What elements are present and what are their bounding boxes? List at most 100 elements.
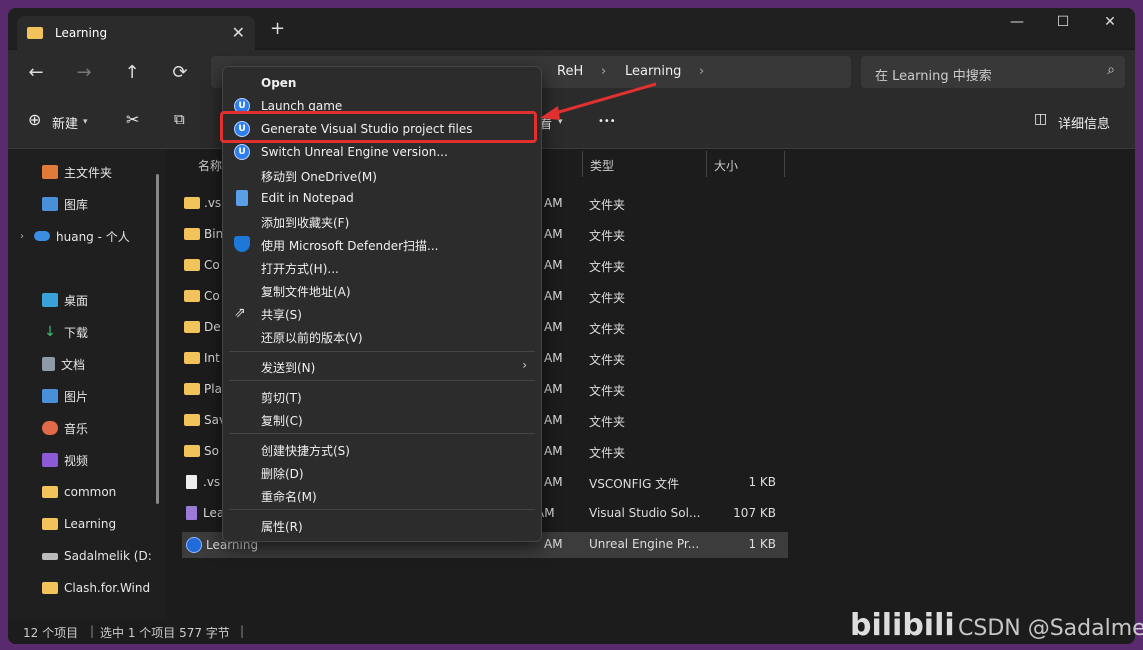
sidebar-item-downloads[interactable]: ↓ 下载 📌: [42, 320, 192, 344]
folder-icon: [184, 290, 200, 302]
file-icon: [186, 475, 197, 489]
new-tab-button[interactable]: +: [270, 18, 285, 39]
sidebar-item-label: 图库: [64, 197, 89, 212]
cloud-icon: [34, 231, 50, 241]
sidebar-item-documents[interactable]: 文档 📌: [42, 352, 192, 376]
minimize-button[interactable]: —: [1002, 14, 1032, 30]
folder-icon: [184, 383, 200, 395]
menu-item-copy-path[interactable]: 复制文件地址(A): [223, 279, 541, 301]
menu-item-copy[interactable]: 复制(C): [223, 408, 541, 430]
menu-item-defender-scan[interactable]: 使用 Microsoft Defender扫描...: [223, 233, 541, 255]
folder-icon: [184, 445, 200, 457]
sidebar-item-label: 主文件夹: [64, 165, 113, 180]
sidebar-item-desktop[interactable]: 桌面 📌: [42, 288, 192, 312]
sidebar-item-label: 音乐: [64, 421, 89, 436]
sidebar-item-label: 桌面: [64, 293, 89, 308]
download-icon: ↓: [44, 324, 56, 340]
menu-item-send-to[interactable]: 发送到(N) ›: [223, 355, 541, 377]
menu-item-move-to-onedrive[interactable]: 移动到 OneDrive(M): [223, 164, 541, 186]
close-window-button[interactable]: ✕: [1095, 14, 1125, 30]
share-icon: ⇗: [234, 305, 246, 321]
bilibili-watermark: bilibili: [850, 608, 955, 643]
refresh-button[interactable]: ⟳: [168, 62, 192, 83]
up-button[interactable]: ↑: [120, 62, 144, 83]
sidebar-item-label: 下载: [64, 325, 89, 340]
details-button[interactable]: 详细信息: [1058, 113, 1110, 132]
sidebar-item-common[interactable]: common: [42, 480, 192, 504]
sidebar-item-learning[interactable]: Learning: [42, 512, 192, 536]
sidebar-scrollbar[interactable]: [156, 174, 159, 504]
menu-separator: [229, 509, 535, 510]
plus-circle-icon[interactable]: ⊕: [28, 110, 41, 129]
menu-item-add-to-favorites[interactable]: 添加到收藏夹(F): [223, 210, 541, 232]
menu-item-edit-in-notepad[interactable]: Edit in Notepad: [223, 187, 541, 209]
selection-info: 选中 1 个项目 577 字节: [100, 626, 230, 640]
drive-icon: [42, 552, 58, 560]
csdn-watermark: CSDN @Sadalmelik: [958, 616, 1143, 641]
column-header-name[interactable]: 名称: [198, 157, 222, 174]
folder-icon: [184, 259, 200, 271]
folder-icon: [42, 518, 58, 530]
sidebar-item-drive-d[interactable]: Sadalmelik (D:: [42, 544, 192, 568]
home-icon: [42, 165, 58, 179]
chevron-right-icon: ›: [601, 64, 607, 79]
back-button[interactable]: ←: [24, 62, 48, 83]
menu-item-open-with[interactable]: 打开方式(H)...: [223, 256, 541, 278]
copy-icon[interactable]: ⧉: [174, 110, 185, 128]
sidebar-item-label: 图片: [64, 389, 89, 404]
folder-icon: [184, 414, 200, 426]
folder-icon: [184, 228, 200, 240]
chevron-right-icon: ›: [522, 358, 527, 372]
title-bar: Learning ✕ + — ☐ ✕: [8, 8, 1135, 50]
search-placeholder: 在 Learning 中搜索: [875, 69, 992, 84]
maximize-button[interactable]: ☐: [1048, 14, 1078, 30]
shield-icon: [234, 236, 250, 252]
sidebar-item-label: common: [64, 485, 117, 499]
menu-separator: [229, 380, 535, 381]
menu-item-delete[interactable]: 删除(D): [223, 461, 541, 483]
sidebar-item-pictures[interactable]: 图片 📌: [42, 384, 192, 408]
new-button[interactable]: 新建: [52, 113, 78, 132]
desktop-icon: [42, 293, 58, 307]
sidebar-item-clash[interactable]: Clash.for.Wind: [42, 576, 192, 600]
menu-item-rename[interactable]: 重命名(M): [223, 484, 541, 506]
sidebar-item-label: huang - 个人: [56, 229, 130, 244]
menu-item-create-shortcut[interactable]: 创建快捷方式(S): [223, 438, 541, 460]
menu-item-switch-engine-version[interactable]: U Switch Unreal Engine version...: [223, 141, 541, 163]
column-header-size[interactable]: 大小: [714, 157, 738, 174]
details-pane-icon[interactable]: ◫: [1034, 111, 1047, 127]
column-header-type[interactable]: 类型: [590, 157, 614, 174]
menu-item-cut[interactable]: 剪切(T): [223, 385, 541, 407]
tab-learning[interactable]: Learning ✕: [17, 16, 255, 50]
chevron-down-icon[interactable]: ▾: [83, 117, 88, 127]
menu-item-properties[interactable]: 属性(R): [223, 514, 541, 536]
search-box[interactable]: 在 Learning 中搜索 ⌕: [861, 56, 1125, 88]
cut-icon[interactable]: ✂: [126, 110, 139, 129]
tab-title: Learning: [55, 26, 108, 40]
sidebar-item-onedrive[interactable]: › huang - 个人: [20, 224, 170, 248]
menu-item-open[interactable]: Open: [223, 72, 541, 94]
sidebar-item-label: 文档: [61, 357, 86, 372]
menu-item-restore-versions[interactable]: 还原以前的版本(V): [223, 325, 541, 347]
column-divider[interactable]: [582, 151, 583, 177]
search-icon[interactable]: ⌕: [1107, 62, 1115, 78]
sidebar-item-label: 视频: [64, 453, 89, 468]
column-divider[interactable]: [784, 151, 785, 177]
forward-button[interactable]: →: [72, 62, 96, 83]
folder-icon: [42, 486, 58, 498]
chevron-right-icon[interactable]: ›: [20, 231, 24, 242]
video-icon: [42, 453, 58, 467]
annotation-arrow: [540, 82, 657, 120]
close-tab-icon[interactable]: ✕: [232, 23, 245, 42]
breadcrumb-learning[interactable]: Learning: [625, 64, 681, 79]
column-divider[interactable]: [706, 151, 707, 177]
breadcrumb-reh[interactable]: ReH: [557, 64, 583, 79]
menu-item-share[interactable]: ⇗ 共享(S): [223, 302, 541, 324]
sidebar-item-home[interactable]: 主文件夹: [42, 160, 192, 184]
sidebar-item-label: Learning: [64, 517, 117, 531]
sidebar-item-music[interactable]: 音乐 📌: [42, 416, 192, 440]
sidebar-item-gallery[interactable]: 图库: [42, 192, 192, 216]
gallery-icon: [42, 197, 58, 211]
sidebar-item-videos[interactable]: 视频 📌: [42, 448, 192, 472]
chevron-right-icon[interactable]: ›: [699, 64, 704, 79]
